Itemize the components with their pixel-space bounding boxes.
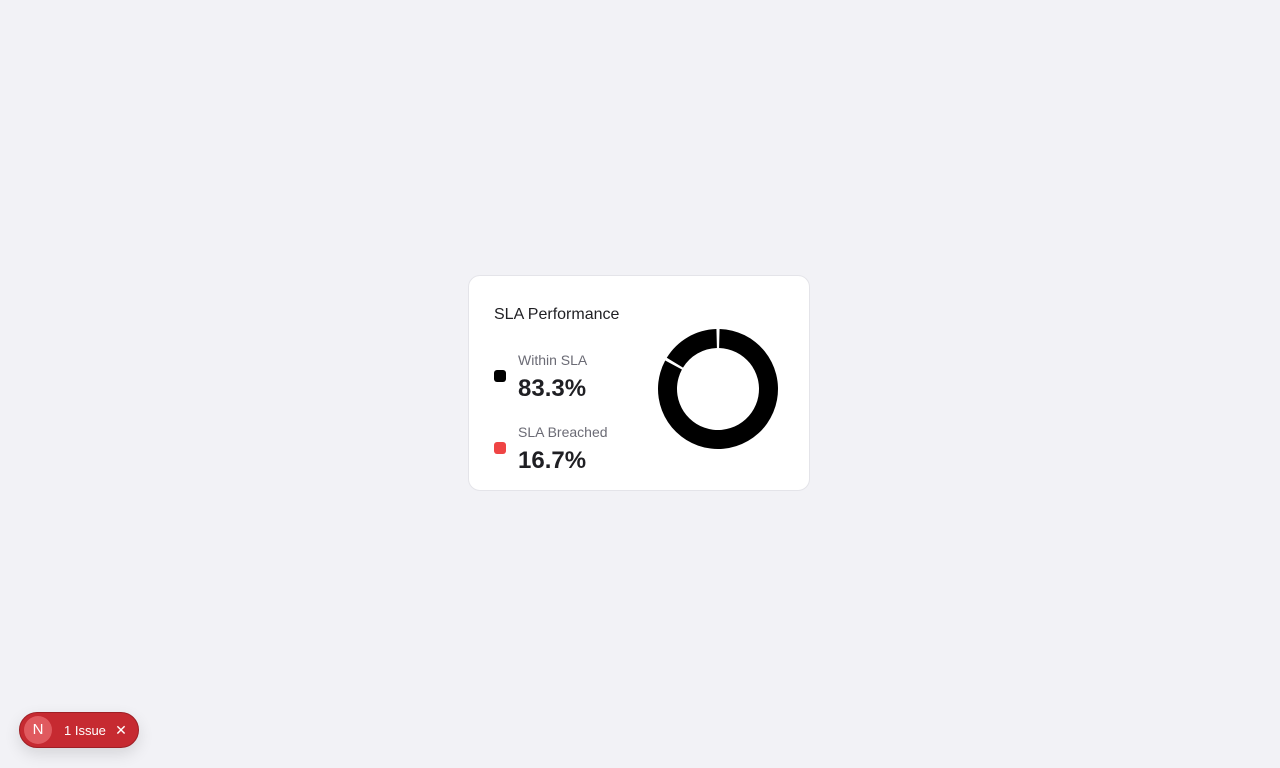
card-title: SLA Performance — [494, 306, 620, 323]
issues-count-label[interactable]: 1 Issue — [64, 722, 106, 739]
donut-slice-sla-breached — [666, 329, 717, 368]
legend-item-within-sla: Within SLA 83.3% — [494, 348, 634, 404]
sla-performance-card: SLA Performance Within SLA 83.3% SLA Bre… — [468, 275, 810, 491]
sla-donut-chart — [658, 329, 778, 449]
legend-label: SLA Breached — [518, 424, 608, 440]
legend-value: 16.7% — [518, 447, 587, 474]
legend-swatch-sla-breached — [494, 442, 506, 454]
legend-value: 83.3% — [518, 375, 587, 402]
legend-swatch-within-sla — [494, 370, 506, 382]
legend-item-sla-breached: SLA Breached 16.7% — [494, 420, 634, 476]
legend-label: Within SLA — [518, 352, 588, 368]
close-icon[interactable]: ✕ — [112, 722, 130, 739]
framework-logo-icon: N — [24, 716, 52, 744]
issues-badge[interactable]: N 1 Issue ✕ — [19, 712, 139, 748]
